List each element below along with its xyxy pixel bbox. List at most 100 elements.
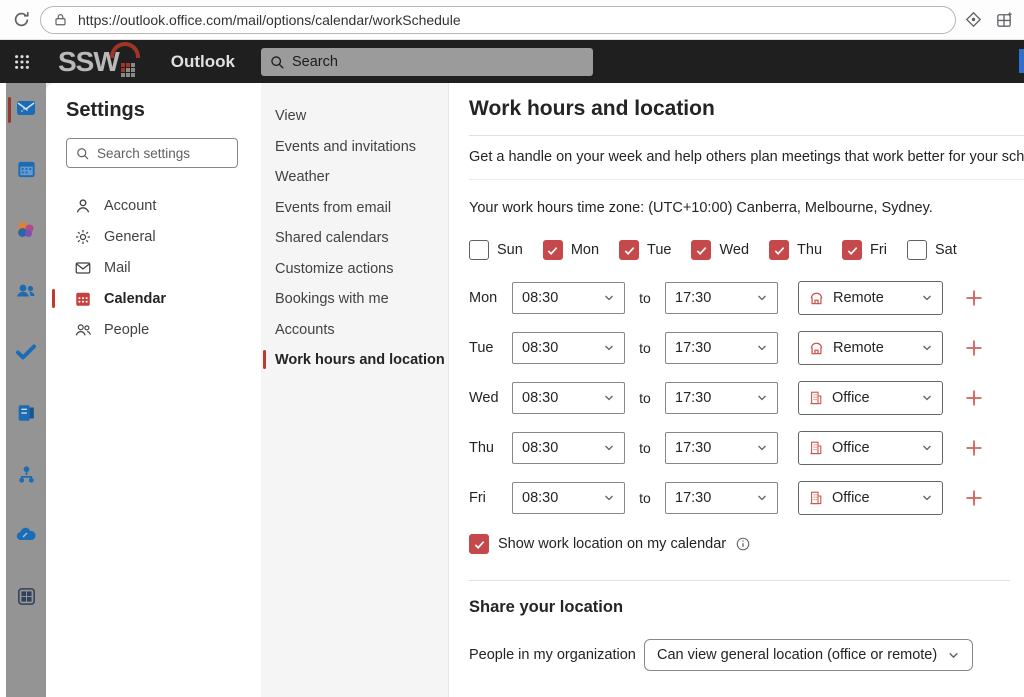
menu-label: Work hours and location <box>275 352 445 368</box>
chevron-down-icon <box>756 292 768 304</box>
settings-search-placeholder: Search settings <box>97 146 190 161</box>
location-dropdown[interactable]: Office <box>798 481 943 515</box>
settings-nav-label: Calendar <box>104 291 166 307</box>
add-time-slot-button[interactable] <box>963 487 985 509</box>
menu-label: Customize actions <box>275 261 393 277</box>
check-icon <box>773 244 786 257</box>
location-dropdown[interactable]: Office <box>798 431 943 465</box>
day-checkbox-thu[interactable]: Thu <box>769 240 822 260</box>
dropdown-value: 08:30 <box>522 440 558 456</box>
to-label: to <box>625 340 665 356</box>
menu-item-work-hours-location[interactable]: Work hours and location <box>273 345 448 376</box>
settings-title: Settings <box>66 99 261 122</box>
day-checkbox-sat[interactable]: Sat <box>907 240 957 260</box>
rail-groups-button[interactable] <box>13 217 39 243</box>
dropdown-value: 08:30 <box>522 290 558 306</box>
end-time-dropdown[interactable]: 17:30 <box>665 482 778 514</box>
day-checkbox-fri[interactable]: Fri <box>842 240 887 260</box>
settings-dialog: Settings Search settings Account General <box>46 83 1024 697</box>
row-day-label: Wed <box>469 390 512 406</box>
show-work-location-toggle[interactable]: Show work location on my calendar <box>469 534 1024 554</box>
menu-label: Accounts <box>275 322 335 338</box>
check-icon <box>546 244 559 257</box>
start-time-dropdown[interactable]: 08:30 <box>512 432 625 464</box>
rail-calendar-button[interactable] <box>13 156 39 182</box>
rail-people-button[interactable] <box>13 278 39 304</box>
address-bar[interactable]: https://outlook.office.com/mail/options/… <box>40 6 956 34</box>
menu-item-weather[interactable]: Weather <box>273 162 448 193</box>
gear-icon <box>74 228 92 246</box>
plus-icon <box>964 338 984 358</box>
settings-nav-people[interactable]: People <box>66 314 261 345</box>
day-checkbox-mon[interactable]: Mon <box>543 240 599 260</box>
location-dropdown[interactable]: Remote <box>798 281 943 315</box>
day-checkbox-wed[interactable]: Wed <box>691 240 749 260</box>
dropdown-value: 08:30 <box>522 390 558 406</box>
menu-item-events-from-email[interactable]: Events from email <box>273 193 448 224</box>
check-icon <box>473 538 486 551</box>
chevron-down-icon <box>603 442 615 454</box>
menu-item-view[interactable]: View <box>273 101 448 132</box>
notebook-icon <box>15 402 37 424</box>
home-icon <box>808 290 825 307</box>
dropdown-value: Office <box>832 390 870 406</box>
info-icon[interactable] <box>735 536 751 552</box>
global-search-input[interactable]: Search <box>261 48 593 76</box>
split-screen-icon[interactable] <box>995 10 1014 29</box>
menu-item-accounts[interactable]: Accounts <box>273 315 448 346</box>
rail-org-explorer-button[interactable] <box>13 461 39 487</box>
org-chart-icon <box>15 463 38 486</box>
add-time-slot-button[interactable] <box>963 387 985 409</box>
rail-notebook-button[interactable] <box>13 400 39 426</box>
dropdown-value: Can view general location (office or rem… <box>657 647 937 663</box>
check-icon <box>695 244 708 257</box>
settings-nav-calendar[interactable]: Calendar <box>66 283 261 314</box>
menu-item-customize-actions[interactable]: Customize actions <box>273 254 448 285</box>
menu-item-shared-calendars[interactable]: Shared calendars <box>273 223 448 254</box>
rail-onedrive-button[interactable] <box>13 522 39 548</box>
end-time-dropdown[interactable]: 17:30 <box>665 432 778 464</box>
end-time-dropdown[interactable]: 17:30 <box>665 332 778 364</box>
ssw-logo[interactable]: SSW <box>58 45 135 79</box>
add-time-slot-button[interactable] <box>963 337 985 359</box>
work-hours-content: Work hours and location Get a handle on … <box>449 83 1024 697</box>
end-time-dropdown[interactable]: 17:30 <box>665 382 778 414</box>
day-checkbox-sun[interactable]: Sun <box>469 240 523 260</box>
day-label: Sun <box>497 242 523 258</box>
add-time-slot-button[interactable] <box>963 437 985 459</box>
chevron-down-icon <box>756 492 768 504</box>
row-day-label: Thu <box>469 440 512 456</box>
schedule-row-tue: Tue 08:30 to 17:30 Remote <box>469 332 1024 364</box>
chevron-down-icon <box>603 342 615 354</box>
selected-indicator <box>263 350 266 369</box>
settings-nav-account[interactable]: Account <box>66 190 261 221</box>
menu-item-events-invitations[interactable]: Events and invitations <box>273 132 448 163</box>
day-checkbox-tue[interactable]: Tue <box>619 240 671 260</box>
app-launcher-button[interactable] <box>0 40 44 83</box>
location-dropdown[interactable]: Remote <box>798 331 943 365</box>
row-day-label: Mon <box>469 290 512 306</box>
share-permission-row: People in my organization Can view gener… <box>469 639 1024 671</box>
settings-search-input[interactable]: Search settings <box>66 138 238 168</box>
start-time-dropdown[interactable]: 08:30 <box>512 382 625 414</box>
rail-mail-button[interactable] <box>13 95 39 121</box>
start-time-dropdown[interactable]: 08:30 <box>512 332 625 364</box>
rail-todo-button[interactable] <box>13 339 39 365</box>
start-time-dropdown[interactable]: 08:30 <box>512 482 625 514</box>
add-time-slot-button[interactable] <box>963 287 985 309</box>
location-dropdown[interactable]: Office <box>798 381 943 415</box>
menu-item-bookings-with-me[interactable]: Bookings with me <box>273 284 448 315</box>
menu-label: Events from email <box>275 200 391 216</box>
reload-button[interactable] <box>8 7 34 33</box>
start-time-dropdown[interactable]: 08:30 <box>512 282 625 314</box>
tracking-prevention-icon[interactable] <box>964 10 983 29</box>
end-time-dropdown[interactable]: 17:30 <box>665 282 778 314</box>
description-text: Get a handle on your week and help other… <box>469 149 1024 165</box>
checkbox-checked <box>619 240 639 260</box>
browser-toolbar: https://outlook.office.com/mail/options/… <box>0 0 1024 40</box>
settings-nav-mail[interactable]: Mail <box>66 252 261 283</box>
permission-dropdown[interactable]: Can view general location (office or rem… <box>644 639 973 671</box>
settings-nav-general[interactable]: General <box>66 221 261 252</box>
ssw-logo-pixels <box>121 63 135 77</box>
rail-more-apps-button[interactable] <box>13 583 39 609</box>
